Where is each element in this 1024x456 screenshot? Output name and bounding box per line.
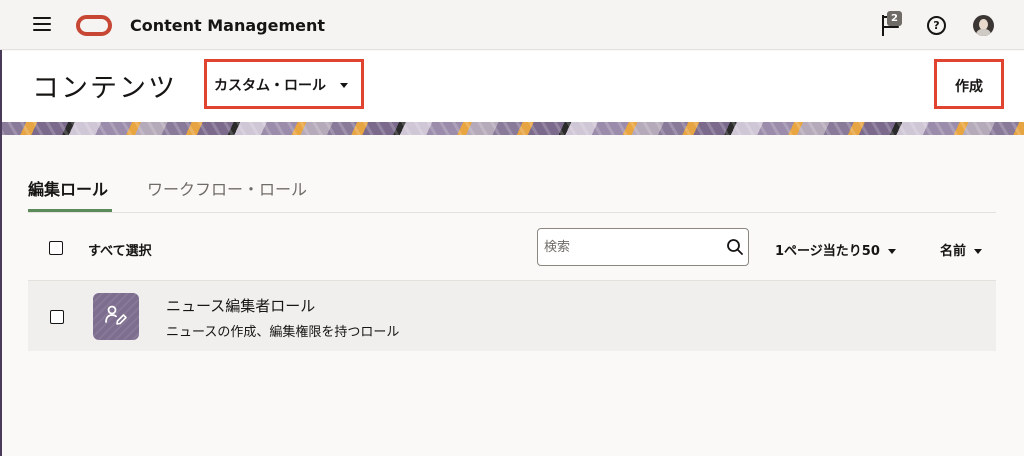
create-button-label: 作成 [955,79,983,95]
notification-badge: 2 [887,11,902,26]
search-field [537,228,749,266]
role-description: ニュースの作成、編集権限を持つロール [166,325,400,340]
select-all-checkbox[interactable] [49,241,63,255]
role-type-dropdown[interactable]: カスタム・ロール [204,59,364,109]
help-icon[interactable]: ? [927,16,946,35]
user-edit-icon [105,305,127,325]
top-bar: Content Management 2 ? [0,0,1024,50]
page-size-dropdown[interactable]: 1ページ当たり50 [775,240,896,259]
chevron-down-icon [974,249,983,254]
create-button[interactable]: 作成 [934,59,1004,109]
chevron-down-icon [340,83,348,88]
select-all-label: すべて選択 [88,244,152,259]
page-size-label: 1ページ当たり50 [775,244,880,259]
sort-label: 名前 [940,244,967,259]
menu-icon[interactable] [33,17,51,31]
row-checkbox[interactable] [50,310,64,324]
role-name[interactable]: ニュース編集者ロール [166,295,315,316]
avatar[interactable] [973,15,994,36]
app-title: Content Management [130,16,326,35]
oracle-logo [76,15,112,36]
search-input[interactable] [544,237,714,257]
search-icon[interactable] [726,238,744,256]
tab-edit-roles[interactable]: 編集ロール [28,176,108,200]
tab-divider [28,212,996,213]
sort-dropdown[interactable]: 名前 [940,240,983,259]
role-type-label: カスタム・ロール [214,78,326,94]
list-item[interactable]: ニュース編集者ロール ニュースの作成、編集権限を持つロール [28,281,996,351]
page-header: コンテンツ カスタム・ロール 作成 [2,51,1024,122]
page-title: コンテンツ [32,73,177,104]
decorative-banner [2,122,1024,135]
chevron-down-icon [887,249,896,254]
role-icon-tile [93,293,139,340]
tab-workflow-roles[interactable]: ワークフロー・ロール [147,176,307,200]
